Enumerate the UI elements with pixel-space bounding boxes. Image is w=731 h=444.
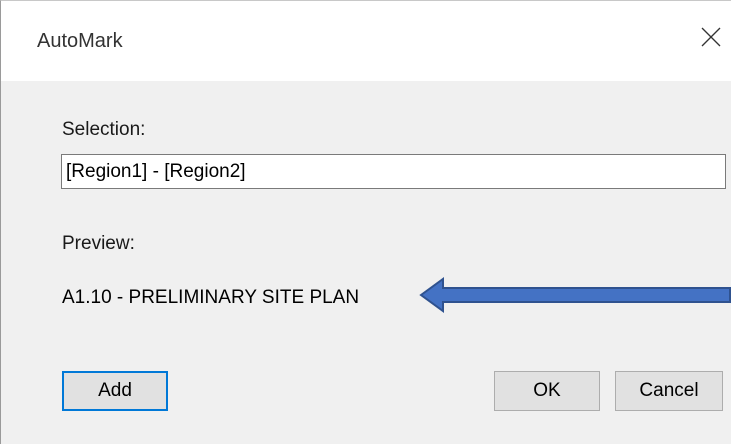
selection-input[interactable] [61,154,726,189]
add-button[interactable]: Add [62,371,168,411]
arrow-shape [419,277,731,313]
ok-button[interactable]: OK [494,371,600,411]
close-button[interactable] [691,15,731,59]
window-title: AutoMark [37,30,123,52]
preview-value: A1.10 - PRELIMINARY SITE PLAN [62,287,360,308]
left-arrow-icon [419,277,731,313]
title-bar[interactable]: AutoMark [1,1,731,81]
selection-label: Selection: [62,119,146,140]
close-icon [701,27,721,47]
automark-dialog: AutoMark Selection: Preview: A1.10 - PRE… [0,0,731,444]
preview-label: Preview: [62,233,135,254]
cancel-button[interactable]: Cancel [615,371,723,411]
